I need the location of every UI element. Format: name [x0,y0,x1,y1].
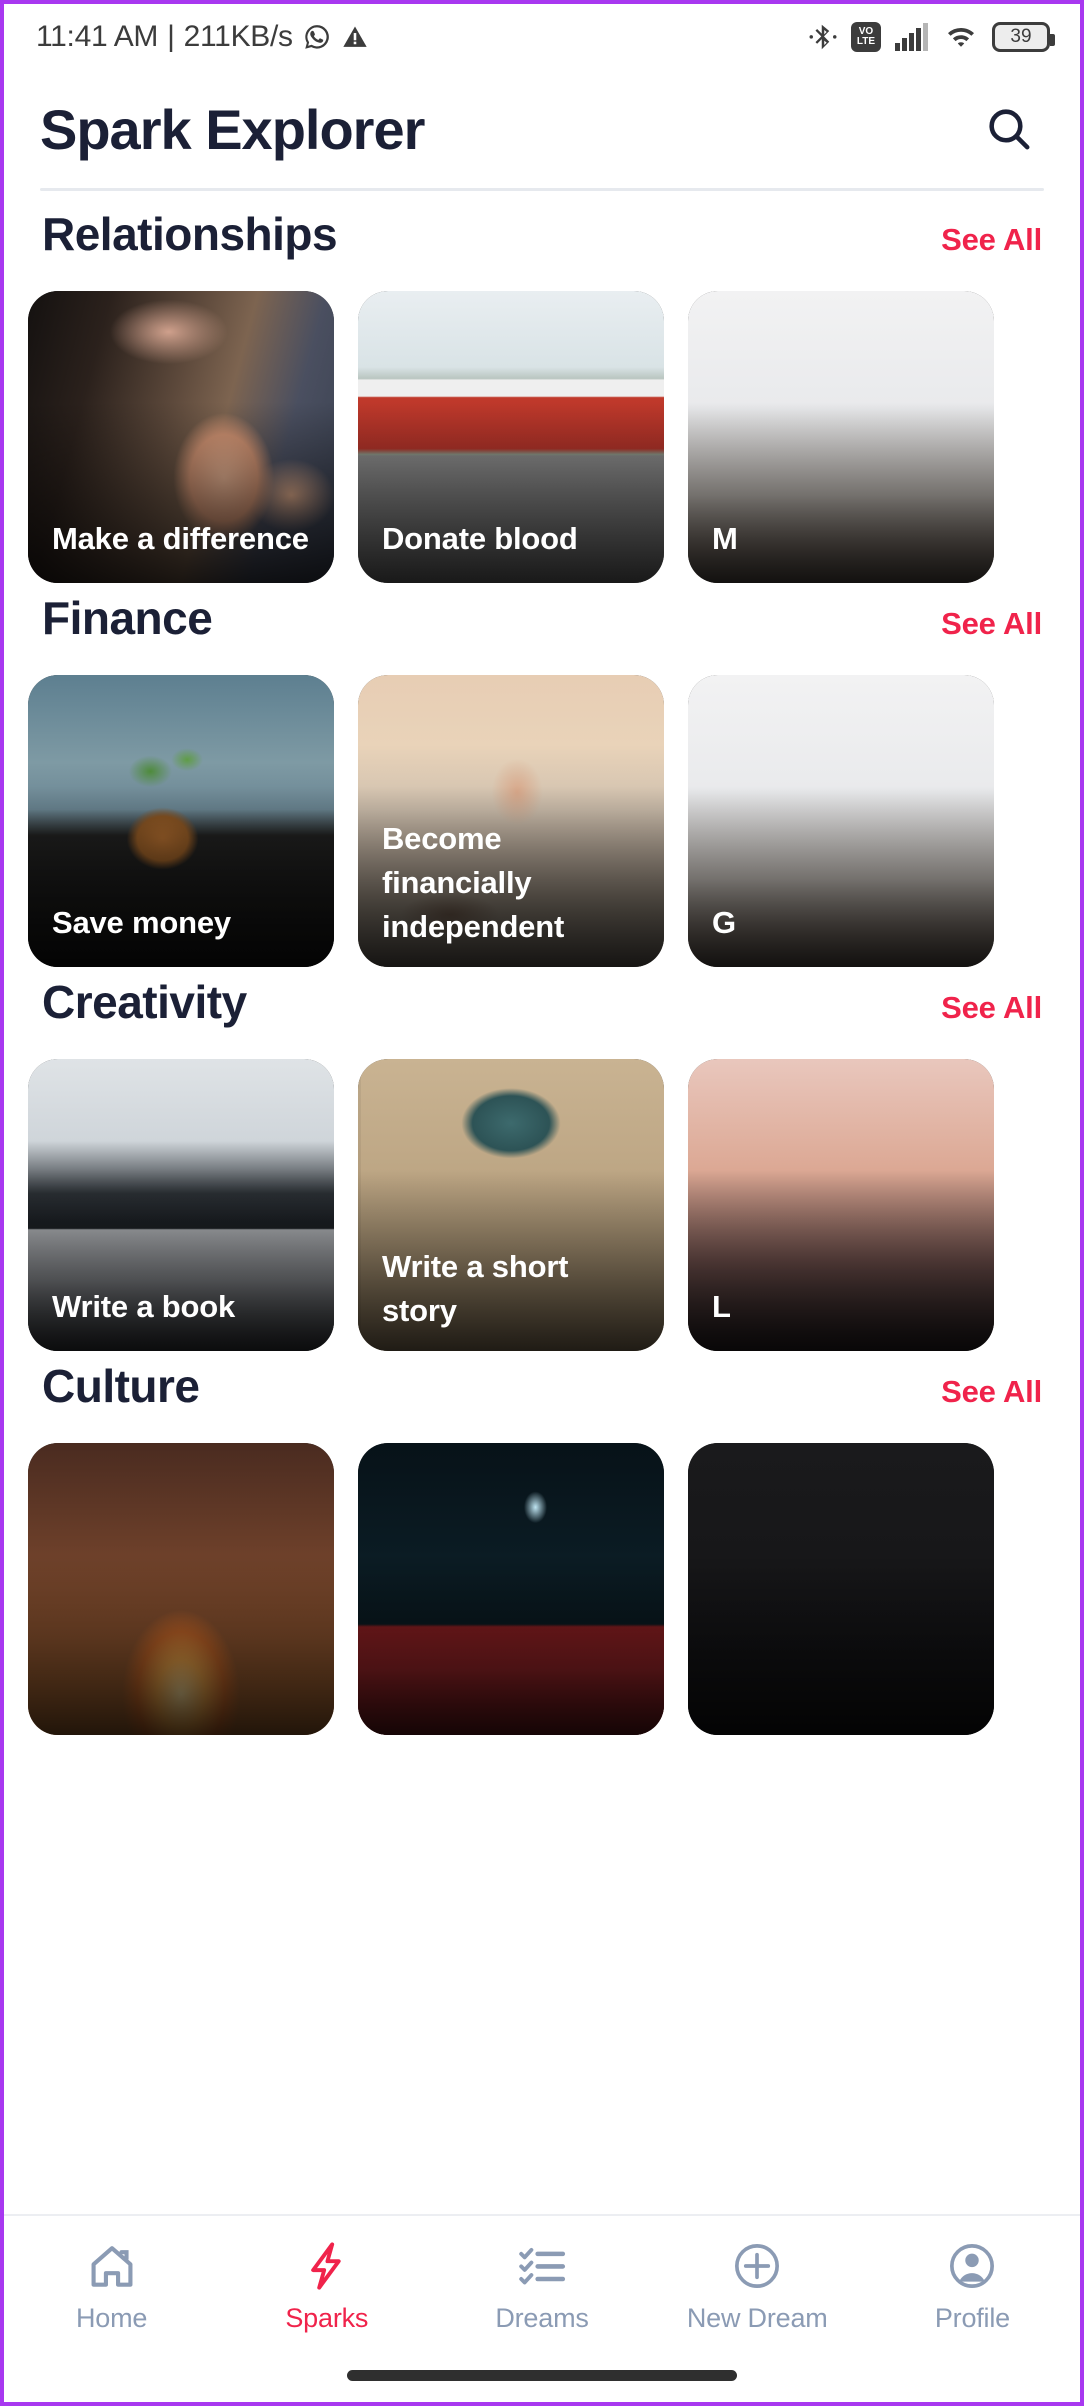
card-carousel[interactable]: Make a difference Donate blood M [4,291,1080,583]
spark-card[interactable]: L [688,1059,994,1351]
spark-card[interactable] [358,1443,664,1735]
see-all-link[interactable]: See All [941,990,1042,1026]
nav-item-profile[interactable]: Profile [865,2230,1080,2334]
search-icon [989,109,1030,150]
nav-item-label: Sparks [285,2303,369,2333]
person-circle-icon [946,2236,998,2292]
spark-card[interactable]: Make a difference [28,291,334,583]
battery-level-label: 39 [1010,26,1032,47]
card-carousel[interactable]: Save money Become financially independent… [4,675,1080,967]
cellular-signal-icon [895,23,928,51]
section-header: Culture See All [4,1359,1080,1443]
card-label: Save money [52,904,231,940]
card-gradient-overlay [358,1553,664,1735]
spark-card[interactable]: Save money [28,675,334,967]
section-title: Creativity [42,976,247,1028]
status-bar-right: VO LTE 39 [808,22,1055,52]
sections-scroll-area[interactable]: Relationships See All Make a difference Don… [4,191,1080,2214]
nav-item-label: Dreams [495,2303,589,2333]
section-title: Finance [42,592,213,644]
section-header: Creativity See All [4,975,1080,1059]
section-title: Relationships [42,208,338,260]
gesture-bar [4,2348,1080,2402]
card-gradient-overlay [688,1553,994,1735]
card-label: Become financially independent [382,820,565,944]
status-clock: 11:41 AM [36,20,159,53]
card-carousel[interactable] [4,1443,1080,1735]
home-icon [86,2236,138,2292]
card-gradient-overlay [28,1553,334,1735]
phone-screen: 11:41 AM | 211KB/s VO LTE 39 Spark Explo… [0,0,1084,2406]
nav-item-new-dream[interactable]: New Dream [650,2230,865,2334]
card-label: M [712,520,738,556]
section-header: Finance See All [4,591,1080,675]
status-bar: 11:41 AM | 211KB/s VO LTE 39 [4,4,1080,70]
card-label: Write a book [52,1288,236,1324]
spark-card[interactable]: M [688,291,994,583]
wifi-icon [948,27,974,47]
nav-item-home[interactable]: Home [4,2230,219,2334]
bluetooth-icon [809,24,837,50]
section-header: Relationships See All [4,207,1080,291]
card-label: Donate blood [382,520,578,556]
card-label: L [712,1288,731,1324]
battery-indicator: 39 [992,22,1055,52]
app-header: Spark Explorer [4,70,1080,188]
whatsapp-icon [304,25,329,49]
nav-item-label: Home [75,2303,148,2333]
status-separator: | [167,20,175,53]
search-button[interactable] [978,98,1040,160]
spark-card[interactable]: Become financially independent [358,675,664,967]
see-all-link[interactable]: See All [941,1374,1042,1410]
nav-item-label: New Dream [686,2303,828,2333]
card-label: Write a short story [382,1248,569,1328]
see-all-link[interactable]: See All [941,606,1042,642]
volte-icon: VO LTE [851,22,881,52]
network-speed: 211KB/s [183,20,293,53]
card-carousel[interactable]: Write a book Write a short story L [4,1059,1080,1351]
nav-item-dreams[interactable]: Dreams [434,2230,649,2334]
spark-card[interactable] [28,1443,334,1735]
nav-item-label: Profile [934,2303,1010,2333]
volte-bottom-label: LTE [856,36,876,47]
warning-triangle-icon [343,26,367,47]
page-title: Spark Explorer [40,97,425,161]
plus-circle-icon [731,2236,783,2292]
lightning-bolt-icon [301,2236,353,2292]
see-all-link[interactable]: See All [941,222,1042,258]
card-label: G [712,904,736,940]
spark-card[interactable]: Write a book [28,1059,334,1351]
spark-card[interactable]: G [688,675,994,967]
bottom-navigation: Home Sparks Dreams New Dream Profile [4,2214,1080,2402]
status-bar-left: 11:41 AM | 211KB/s [36,20,369,54]
spark-card[interactable] [688,1443,994,1735]
card-label: Make a difference [52,520,309,556]
checklist-icon [516,2236,568,2292]
nav-item-sparks[interactable]: Sparks [219,2230,434,2334]
spark-card[interactable]: Donate blood [358,291,664,583]
section-title: Culture [42,1360,200,1412]
spark-card[interactable]: Write a short story [358,1059,664,1351]
